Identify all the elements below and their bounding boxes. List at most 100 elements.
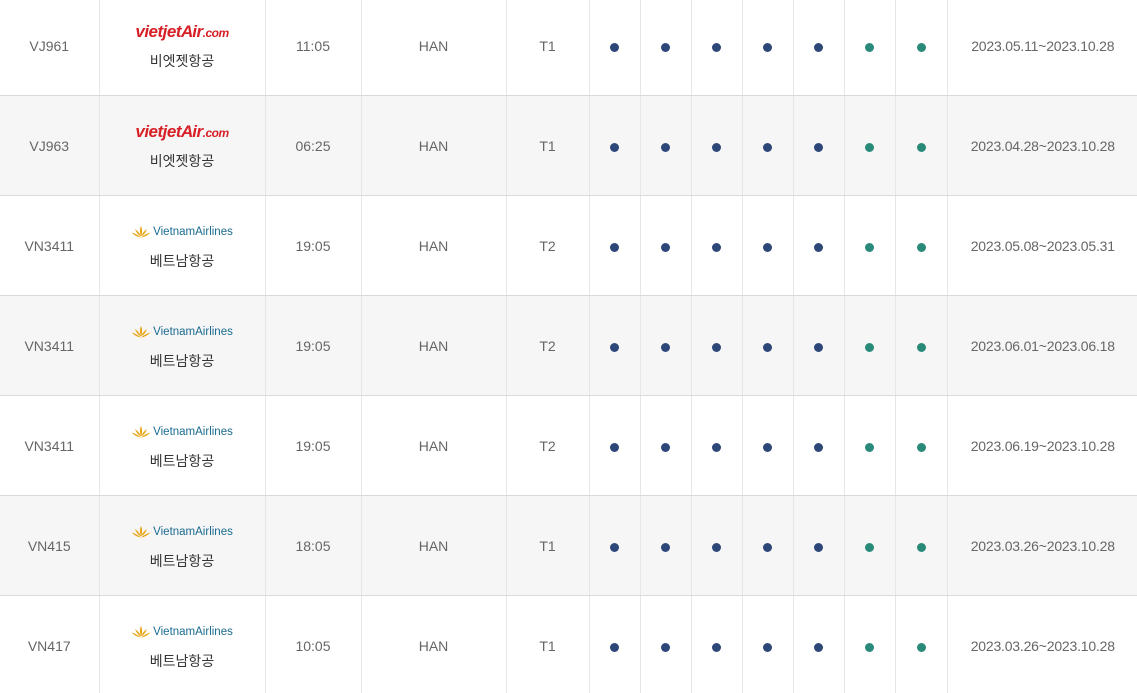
- terminal: T2: [506, 195, 590, 296]
- day-cell: [691, 295, 743, 396]
- departure-time: 19:05: [265, 395, 362, 496]
- airport-code: HAN: [361, 595, 507, 693]
- day-cell: [742, 0, 794, 96]
- airline-cell: VietnamAirlines 베트남항공: [99, 195, 266, 296]
- day-cell: [691, 0, 743, 96]
- flight-number: VN3411: [0, 195, 100, 296]
- operating-day-dot-icon: [712, 642, 721, 652]
- operating-day-dot-icon: [916, 142, 926, 152]
- departure-time: 19:05: [265, 195, 362, 296]
- operating-day-dot-icon: [865, 642, 874, 652]
- operating-day-dot-icon: [916, 242, 926, 252]
- vietnam-airlines-wordmark: VietnamAirlines: [153, 225, 233, 238]
- table-row: VN3411 VietnamAirlines 베트남항공 19:05 HAN T…: [0, 295, 1137, 396]
- operating-day-dot-icon: [712, 142, 721, 152]
- day-cell: [793, 395, 845, 496]
- airline-cell: VietnamAirlines 베트남항공: [99, 595, 266, 693]
- flight-number: VN3411: [0, 395, 100, 496]
- flight-number: VJ963: [0, 95, 100, 196]
- operating-day-dot-icon: [712, 442, 721, 452]
- departure-time: 11:05: [265, 0, 362, 96]
- lotus-icon: [131, 225, 151, 237]
- operating-day-dot-icon: [916, 42, 926, 52]
- lotus-icon: [131, 425, 151, 437]
- airline-name: 베트남항공: [149, 252, 215, 269]
- day-cell: [589, 395, 641, 496]
- day-cell: [640, 195, 692, 296]
- day-cell: [640, 595, 692, 693]
- operating-day-dot-icon: [763, 42, 772, 52]
- day-cell: [793, 0, 845, 96]
- day-cell: [640, 295, 692, 396]
- day-cell: [793, 595, 845, 693]
- table-row: VN3411 VietnamAirlines 베트남항공 19:05 HAN T…: [0, 195, 1137, 296]
- airport-code: HAN: [361, 395, 507, 496]
- airline-cell: VietnamAirlines 베트남항공: [99, 495, 266, 596]
- terminal: T2: [506, 295, 590, 396]
- lotus-icon: [131, 325, 151, 337]
- operating-day-dot-icon: [610, 242, 619, 252]
- vietnam-airlines-wordmark: VietnamAirlines: [153, 325, 233, 338]
- operating-period: 2023.06.19~2023.10.28: [947, 395, 1137, 496]
- day-cell: [691, 395, 743, 496]
- day-cell: [742, 595, 794, 693]
- day-cell: [640, 395, 692, 496]
- operating-day-dot-icon: [763, 542, 772, 552]
- vietjet-logo: vietjetAir.com: [100, 121, 265, 143]
- day-cell: [640, 0, 692, 96]
- operating-day-dot-icon: [610, 142, 619, 152]
- day-cell: [895, 595, 948, 693]
- airline-name: 베트남항공: [149, 452, 215, 469]
- table-row: VN3411 VietnamAirlines 베트남항공 19:05 HAN T…: [0, 395, 1137, 496]
- flight-number: VN415: [0, 495, 100, 596]
- airport-code: HAN: [361, 95, 507, 196]
- operating-day-dot-icon: [661, 142, 670, 152]
- airline-name: 비엣젯항공: [149, 152, 215, 169]
- operating-day-dot-icon: [610, 42, 619, 52]
- operating-day-dot-icon: [661, 42, 670, 52]
- operating-period: 2023.04.28~2023.10.28: [947, 95, 1137, 196]
- day-cell: [742, 295, 794, 396]
- day-cell: [589, 0, 641, 96]
- operating-day-dot-icon: [610, 342, 619, 352]
- operating-day-dot-icon: [661, 542, 670, 552]
- vietnam-airlines-logo: VietnamAirlines: [100, 521, 265, 543]
- day-cell: [793, 495, 845, 596]
- day-cell: [895, 395, 948, 496]
- operating-day-dot-icon: [814, 42, 823, 52]
- vietjet-logo: vietjetAir.com: [100, 21, 265, 43]
- flight-schedule-table: VJ961 vietjetAir.com 비엣젯항공 11:05 HAN T1 …: [0, 0, 1137, 693]
- day-cell: [793, 195, 845, 296]
- airline-name: 베트남항공: [149, 552, 215, 569]
- day-cell: [589, 295, 641, 396]
- day-cell: [844, 195, 896, 296]
- operating-period: 2023.06.01~2023.06.18: [947, 295, 1137, 396]
- day-cell: [895, 495, 948, 596]
- day-cell: [844, 595, 896, 693]
- vietnam-airlines-logo: VietnamAirlines: [100, 621, 265, 643]
- terminal: T1: [506, 95, 590, 196]
- day-cell: [895, 195, 948, 296]
- departure-time: 18:05: [265, 495, 362, 596]
- airline-name: 비엣젯항공: [149, 52, 215, 69]
- operating-day-dot-icon: [814, 542, 823, 552]
- operating-day-dot-icon: [661, 342, 670, 352]
- operating-day-dot-icon: [763, 142, 772, 152]
- terminal: T1: [506, 595, 590, 693]
- table-row: VJ963 vietjetAir.com 비엣젯항공 06:25 HAN T1 …: [0, 95, 1137, 196]
- operating-day-dot-icon: [712, 342, 721, 352]
- operating-day-dot-icon: [712, 42, 721, 52]
- operating-day-dot-icon: [814, 342, 823, 352]
- day-cell: [844, 495, 896, 596]
- day-cell: [793, 95, 845, 196]
- airport-code: HAN: [361, 195, 507, 296]
- vietnam-airlines-wordmark: VietnamAirlines: [153, 425, 233, 438]
- operating-day-dot-icon: [865, 42, 874, 52]
- operating-day-dot-icon: [661, 242, 670, 252]
- operating-day-dot-icon: [763, 342, 772, 352]
- departure-time: 10:05: [265, 595, 362, 693]
- day-cell: [589, 495, 641, 596]
- table-row: VN415 VietnamAirlines 베트남항공 18:05 HAN T1…: [0, 495, 1137, 596]
- operating-period: 2023.05.08~2023.05.31: [947, 195, 1137, 296]
- operating-day-dot-icon: [610, 542, 619, 552]
